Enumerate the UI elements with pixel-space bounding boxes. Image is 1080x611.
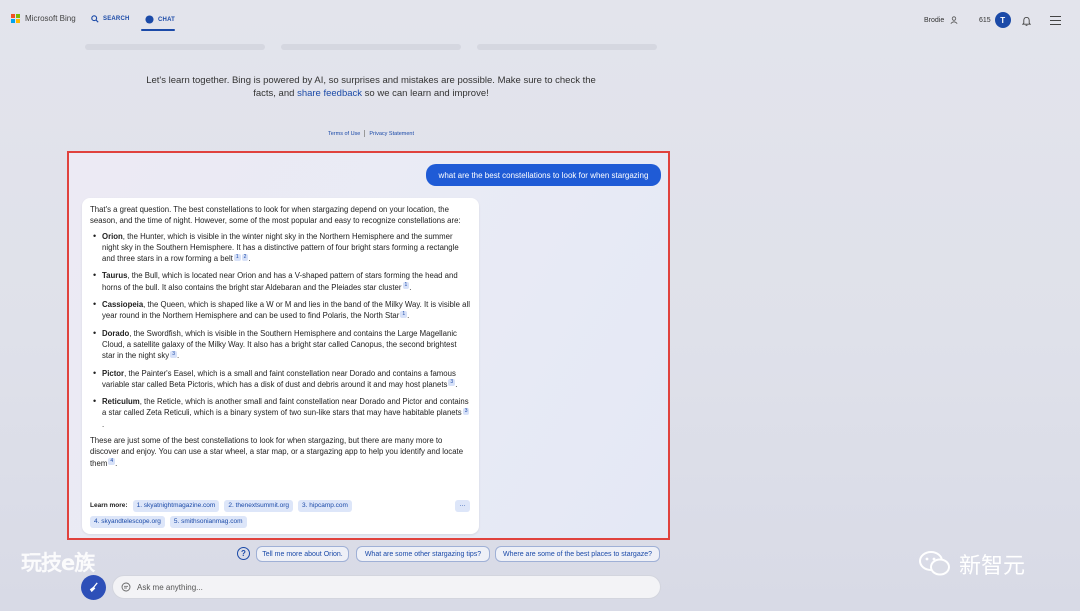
help-question-icon[interactable]: ? <box>237 547 250 560</box>
source-link[interactable]: 5. smithsonianmag.com <box>169 516 247 528</box>
constellation-desc: , the Queen, which is shaped like a W or… <box>102 300 470 321</box>
top-bar: Microsoft Bing SEARCH CHAT Brodie 615 T <box>0 0 1080 40</box>
list-item: Taurus, the Bull, which is located near … <box>90 270 471 293</box>
legal-divider <box>364 130 366 137</box>
suggestion-chip[interactable]: Tell me more about Orion. <box>256 546 349 562</box>
active-tab-indicator <box>141 29 175 31</box>
user-message-text: what are the best constellations to look… <box>438 170 649 180</box>
list-item: Pictor, the Painter's Easel, which is a … <box>90 368 471 391</box>
share-feedback-link[interactable]: share feedback <box>297 88 362 99</box>
privacy-statement-link[interactable]: Privacy Statement <box>369 131 414 137</box>
watermark-right: 新智元 <box>918 548 1025 580</box>
constellation-desc: , the Reticle, which is another small an… <box>102 397 469 418</box>
rewards-points[interactable]: 615 T <box>979 12 1011 28</box>
disclaimer-text: Let's learn together. Bing is powered by… <box>140 75 602 100</box>
tab-chat-label: CHAT <box>158 16 176 23</box>
chat-input-placeholder: Ask me anything... <box>137 582 203 592</box>
outro-text: These are just some of the best constell… <box>90 436 464 468</box>
terms-of-use-link[interactable]: Terms of Use <box>328 131 360 137</box>
rewards-medal-icon: T <box>994 12 1011 28</box>
citation-badge[interactable]: 4 <box>108 458 116 466</box>
constellation-name: Reticulum <box>102 397 140 407</box>
more-sources-button[interactable]: … <box>455 500 470 512</box>
disclaimer-post: so we can learn and improve! <box>362 87 489 99</box>
suggestion-label: Tell me more about Orion. <box>262 550 343 558</box>
disclaimer-pre: facts, and <box>253 87 298 99</box>
faded-card-edge <box>477 44 657 50</box>
tab-search[interactable]: SEARCH <box>91 15 130 23</box>
legal-links: Terms of Use Privacy Statement <box>0 130 742 137</box>
bot-response-card: That's a great question. The best conste… <box>82 198 479 534</box>
suggestion-chip[interactable]: What are some other stargazing tips? <box>356 546 490 562</box>
chat-bubble-icon <box>145 15 154 24</box>
learn-more-label: Learn more: <box>90 502 128 510</box>
citation-badge[interactable]: 2 <box>241 253 249 261</box>
constellation-desc: , the Hunter, which is visible in the wi… <box>102 231 459 264</box>
citation-badge[interactable]: 3 <box>448 379 456 387</box>
chat-input[interactable]: Ask me anything... <box>112 575 661 599</box>
person-icon <box>950 16 958 24</box>
source-link[interactable]: 4. skyandtelescope.org <box>90 516 165 528</box>
bing-logo[interactable]: Microsoft Bing <box>11 14 76 23</box>
search-icon <box>91 15 99 23</box>
list-item: Orion, the Hunter, which is visible in t… <box>90 231 471 265</box>
list-item: Reticulum, the Reticle, which is another… <box>90 396 471 430</box>
user-message-bubble: what are the best constellations to look… <box>426 164 661 186</box>
list-item: Cassiopeia, the Queen, which is shaped l… <box>90 299 471 322</box>
citation-badge[interactable]: 1 <box>400 310 408 318</box>
wechat-icon <box>919 551 950 576</box>
constellation-name: Orion <box>102 231 123 241</box>
disclaimer-line-1: Let's learn together. Bing is powered by… <box>146 75 596 86</box>
suggestion-label: Where are some of the best places to sta… <box>502 550 653 558</box>
learn-more-section: Learn more: 1. skyatnightmagazine.com 2.… <box>90 500 470 532</box>
response-outro: These are just some of the best constell… <box>90 436 464 468</box>
watermark-left: 玩技e族 <box>21 551 95 575</box>
source-link[interactable]: 1. skyatnightmagazine.com <box>132 500 220 512</box>
chat-input-icon <box>121 582 131 592</box>
citation-badge[interactable]: 1 <box>402 282 410 290</box>
new-topic-button[interactable] <box>81 575 106 600</box>
list-item: Dorado, the Swordfish, which is visible … <box>90 328 471 362</box>
brand-label: Microsoft Bing <box>25 14 76 23</box>
suggestion-chip[interactable]: Where are some of the best places to sta… <box>495 546 660 562</box>
points-count: 615 <box>979 16 991 24</box>
citation-badge[interactable]: 3 <box>170 350 177 358</box>
source-link[interactable]: 2. thenextsummit.org <box>224 500 294 512</box>
faded-card-edge <box>281 44 461 50</box>
constellation-list: Orion, the Hunter, which is visible in t… <box>90 231 471 430</box>
user-name: Brodie <box>924 16 945 24</box>
citation-badge[interactable]: 3 <box>462 407 470 415</box>
hamburger-menu-icon[interactable] <box>1050 16 1061 28</box>
constellation-name: Pictor <box>102 368 125 378</box>
constellation-name: Taurus <box>102 271 128 281</box>
tab-search-label: SEARCH <box>103 16 130 22</box>
constellation-desc: , the Swordfish, which is visible in the… <box>102 328 457 361</box>
user-account[interactable]: Brodie <box>924 16 958 24</box>
bell-icon[interactable] <box>1022 16 1031 26</box>
broom-icon <box>89 582 98 593</box>
faded-card-edge <box>85 44 265 50</box>
source-link[interactable]: 3. hipcamp.com <box>298 500 352 512</box>
suggestion-label: What are some other stargazing tips? <box>364 550 482 558</box>
constellation-name: Cassiopeia <box>102 300 144 310</box>
constellation-desc: , the Painter's Easel, which is a small … <box>102 368 456 389</box>
microsoft-logo-icon <box>11 14 20 23</box>
tab-chat[interactable]: CHAT <box>145 15 175 24</box>
watermark-right-text: 新智元 <box>959 554 1026 579</box>
response-intro: That's a great question. The best conste… <box>90 205 461 226</box>
citation-badge[interactable]: 1 <box>233 253 241 261</box>
constellation-name: Dorado <box>102 328 130 338</box>
